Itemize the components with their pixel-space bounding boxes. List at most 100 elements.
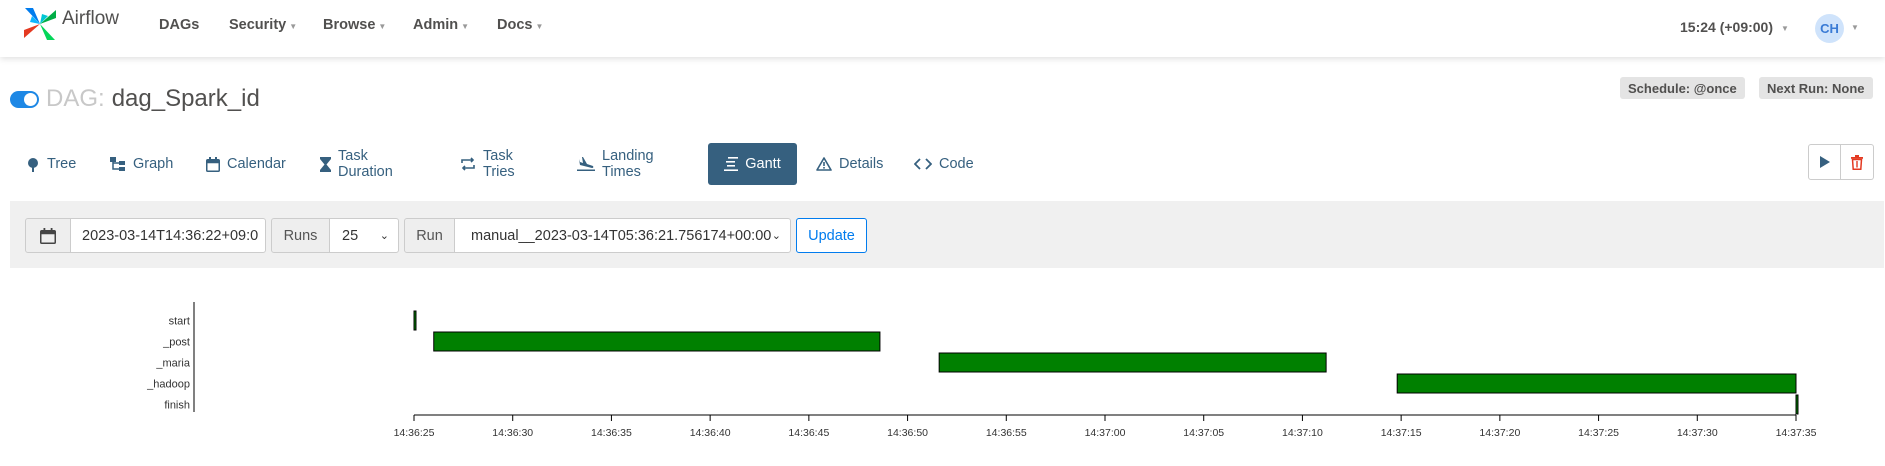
chevron-down-icon: ▼ xyxy=(1781,23,1789,33)
x-tick-label: 14:36:50 xyxy=(887,427,928,439)
chevron-down-icon: ⌄ xyxy=(771,230,781,242)
plane-landing-icon xyxy=(577,157,595,171)
task-bar-hadoop[interactable] xyxy=(1396,373,1797,394)
nav-admin-label: Admin xyxy=(413,17,459,33)
task-label-hadoop: _hadoop xyxy=(146,379,190,391)
x-tick-label: 14:37:05 xyxy=(1183,427,1224,439)
chevron-down-icon: ▼ xyxy=(461,21,470,31)
timezone-clock-menu[interactable]: 15:24 (+09:00) ▼ xyxy=(1680,19,1789,35)
tab-task-tries-label: Task Tries xyxy=(483,148,515,180)
tab-code-label: Code xyxy=(939,156,974,172)
tab-graph[interactable]: Graph xyxy=(110,143,173,185)
dag-id-title: dag_Spark_id xyxy=(111,85,260,112)
task-bar-start[interactable] xyxy=(413,310,417,331)
x-tick-label: 14:37:35 xyxy=(1776,427,1817,439)
delete-dag-button[interactable] xyxy=(1841,144,1874,180)
top-navbar: Airflow DAGs Security ▼ Browse ▼ Admin ▼ Do… xyxy=(0,0,1885,57)
task-bar-post[interactable] xyxy=(433,331,881,352)
x-tick-label: 14:37:30 xyxy=(1677,427,1718,439)
trigger-dag-button[interactable] xyxy=(1808,144,1841,180)
x-tick-label: 14:36:45 xyxy=(788,427,829,439)
hourglass-icon xyxy=(320,156,331,172)
tab-task-duration[interactable]: Task Duration xyxy=(320,143,393,185)
x-tick-label: 14:37:15 xyxy=(1381,427,1422,439)
schedule-badge: Schedule: @once xyxy=(1620,77,1745,99)
tab-details-label: Details xyxy=(839,156,884,172)
x-tick-label: 14:37:00 xyxy=(1085,427,1126,439)
brand-home-link[interactable]: Airflow xyxy=(22,6,119,42)
tab-gantt-label: Gantt xyxy=(745,156,781,172)
runs-label: Runs xyxy=(271,218,330,253)
task-bar-finish[interactable] xyxy=(1795,394,1799,415)
tab-graph-label: Graph xyxy=(133,156,174,172)
tab-landing-times[interactable]: Landing Times xyxy=(577,143,654,185)
nav-admin-menu[interactable]: Admin ▼ xyxy=(413,17,469,33)
run-select[interactable]: manual__2023-03-14T05:36:21.756174+00:00… xyxy=(454,218,791,253)
chevron-down-icon: ▼ xyxy=(535,21,544,31)
dag-pause-toggle[interactable] xyxy=(10,90,39,108)
tab-tree[interactable]: Tree xyxy=(26,143,76,185)
nav-docs-label: Docs xyxy=(497,17,533,33)
tab-landing-times-label: Landing Times xyxy=(602,148,654,180)
runs-select-value: 25 xyxy=(342,227,359,244)
calendar-icon xyxy=(40,227,56,244)
chevron-down-icon: ▼ xyxy=(378,21,387,31)
execution-date-input[interactable]: 2023-03-14T14:36:22+09:0 xyxy=(70,218,266,253)
dag-prefix-label: DAG: xyxy=(46,85,105,112)
update-button[interactable]: Update xyxy=(796,218,867,253)
x-tick-label: 14:37:10 xyxy=(1282,427,1323,439)
chevron-down-icon[interactable]: ▼ xyxy=(1851,23,1859,32)
next-run-badge: Next Run: None xyxy=(1759,77,1873,99)
retry-icon xyxy=(460,157,476,171)
tab-code[interactable]: Code xyxy=(914,143,974,185)
date-picker-button[interactable] xyxy=(25,218,71,253)
nav-docs-menu[interactable]: Docs ▼ xyxy=(497,17,543,33)
gantt-filter-bar: 2023-03-14T14:36:22+09:0 Runs 25 ⌄ Run m… xyxy=(10,201,1884,268)
nav-browse-menu[interactable]: Browse ▼ xyxy=(323,17,386,33)
dag-actions xyxy=(1808,144,1874,180)
play-icon xyxy=(1819,156,1830,168)
run-select-value: manual__2023-03-14T05:36:21.756174+00:00 xyxy=(471,227,772,244)
task-label-post: _post xyxy=(162,337,190,349)
brand-name: Airflow xyxy=(62,8,120,29)
x-tick-label: 14:36:30 xyxy=(492,427,533,439)
nav-security-menu[interactable]: Security ▼ xyxy=(229,17,297,33)
user-avatar[interactable]: CH xyxy=(1815,14,1844,43)
tab-calendar[interactable]: Calendar xyxy=(206,143,286,185)
trash-icon xyxy=(1851,154,1863,170)
task-label-start: start xyxy=(169,316,190,328)
run-label: Run xyxy=(404,218,455,253)
x-tick-label: 14:37:20 xyxy=(1479,427,1520,439)
code-icon xyxy=(914,158,932,170)
x-tick-label: 14:36:55 xyxy=(986,427,1027,439)
task-label-maria: _maria xyxy=(155,358,191,370)
tab-task-tries[interactable]: Task Tries xyxy=(460,143,515,185)
x-tick-label: 14:36:40 xyxy=(690,427,731,439)
chevron-down-icon: ▼ xyxy=(289,21,298,31)
graph-icon xyxy=(110,157,126,171)
x-tick-label: 14:36:35 xyxy=(591,427,632,439)
task-label-finish: finish xyxy=(164,400,190,412)
nav-dags-label: DAGs xyxy=(159,17,200,33)
tab-tree-label: Tree xyxy=(47,156,77,172)
warning-icon xyxy=(816,157,832,171)
tab-task-duration-label: Task Duration xyxy=(338,148,393,180)
runs-select[interactable]: 25 ⌄ xyxy=(329,218,399,253)
x-tick-label: 14:37:25 xyxy=(1578,427,1619,439)
tab-details[interactable]: Details xyxy=(816,143,883,185)
tab-calendar-label: Calendar xyxy=(227,156,286,172)
dag-header: DAG: dag_Spark_id xyxy=(10,85,260,113)
nav-dags[interactable]: DAGs xyxy=(159,17,199,33)
gantt-icon xyxy=(724,157,739,171)
task-bar-maria[interactable] xyxy=(938,352,1327,373)
nav-browse-label: Browse xyxy=(323,17,376,33)
tree-icon xyxy=(26,157,40,172)
x-tick-label: 14:36:25 xyxy=(394,427,435,439)
airflow-logo-icon xyxy=(24,8,56,40)
clock-time: 15:24 (+09:00) xyxy=(1680,19,1774,35)
chevron-down-icon: ⌄ xyxy=(379,230,389,242)
nav-security-label: Security xyxy=(229,17,287,33)
gantt-chart: 14:36:25 14:36:30 14:36:35 14:36:40 14:36:45… xyxy=(0,290,1885,466)
tab-gantt[interactable]: Gantt xyxy=(708,143,797,185)
calendar-icon xyxy=(206,156,220,172)
